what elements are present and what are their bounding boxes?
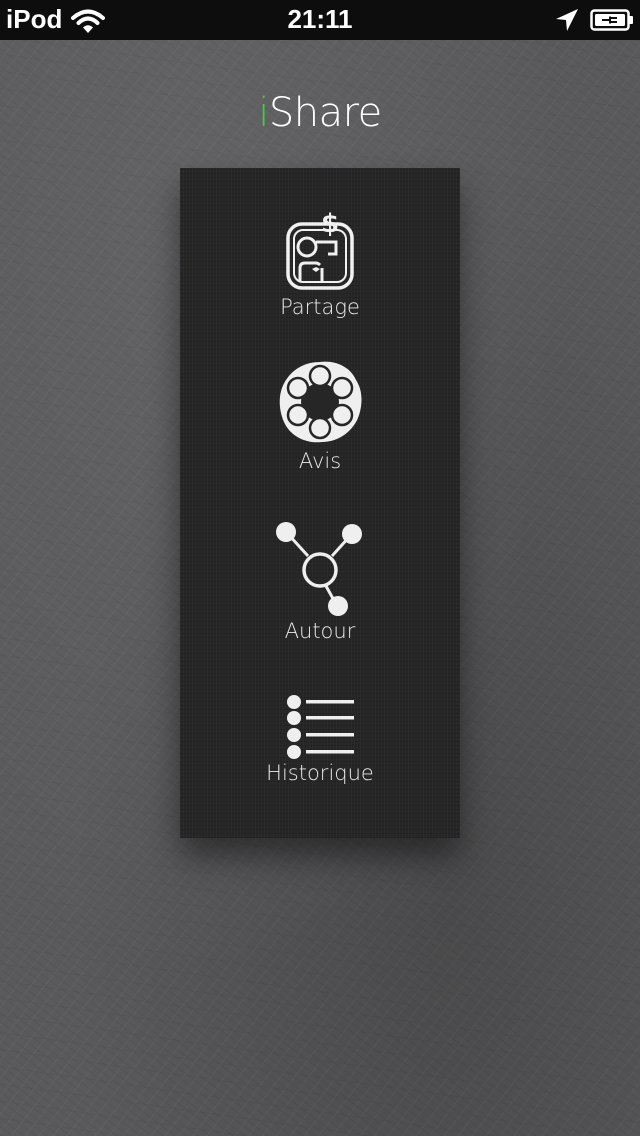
menu-item-label: Partage (280, 295, 360, 319)
app-title: iShare (0, 90, 640, 136)
menu-panel: $ Partage Avis Autour Historique (180, 168, 460, 838)
historique-icon (287, 695, 354, 759)
location-arrow-icon (556, 9, 578, 31)
menu-item-autour[interactable]: Autour (180, 520, 460, 644)
menu-item-partage[interactable]: $ Partage (180, 206, 460, 320)
battery-charging-icon (590, 9, 633, 31)
menu-item-label: Historique (266, 761, 374, 785)
status-bar: iPod 21:11 (0, 0, 640, 40)
partage-icon: $ (286, 209, 354, 290)
svg-text:$: $ (321, 209, 339, 239)
menu-item-avis[interactable]: Avis (180, 356, 460, 474)
menu-item-label: Autour (284, 619, 356, 643)
menu-item-label: Avis (298, 449, 342, 473)
status-time: 21:11 (287, 4, 353, 34)
app-title-accent: i (258, 90, 269, 136)
avis-icon (279, 361, 362, 443)
menu-item-historique[interactable]: Historique (180, 694, 460, 786)
app-title-text: Share (268, 90, 382, 136)
autour-icon (276, 522, 362, 616)
